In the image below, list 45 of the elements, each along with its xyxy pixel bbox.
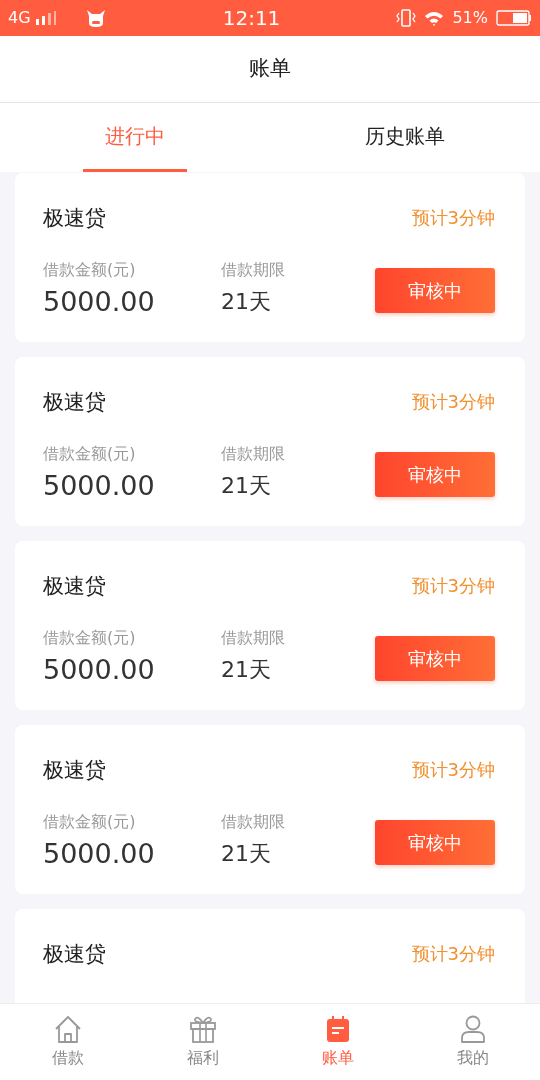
estimated-time: 预计3分钟 bbox=[411, 390, 495, 414]
status-button[interactable]: 审核中 bbox=[375, 268, 495, 313]
term-value: 21天 bbox=[221, 472, 272, 500]
term-label: 借款期限 bbox=[221, 811, 286, 833]
estimated-time: 预计3分钟 bbox=[411, 758, 495, 782]
product-name: 极速贷 bbox=[43, 941, 106, 968]
amount-value: 5000.00 bbox=[43, 469, 156, 503]
term-label: 借款期限 bbox=[221, 259, 286, 281]
term-value: 21天 bbox=[221, 840, 272, 868]
clock: 12:11 bbox=[222, 5, 281, 32]
term-value: 21天 bbox=[221, 656, 272, 684]
amount-label: 借款金额(元) bbox=[43, 627, 137, 649]
product-name: 极速贷 bbox=[43, 757, 106, 784]
term-value: 21天 bbox=[221, 288, 272, 316]
product-name: 极速贷 bbox=[43, 389, 106, 416]
status-button[interactable]: 审核中 bbox=[375, 820, 495, 865]
status-button[interactable]: 审核中 bbox=[375, 452, 495, 497]
product-name: 极速贷 bbox=[43, 205, 106, 232]
amount-value: 5000.00 bbox=[43, 285, 156, 319]
amount-label: 借款金额(元) bbox=[43, 811, 137, 833]
battery-icon bbox=[496, 9, 532, 27]
wifi-icon bbox=[424, 10, 445, 26]
estimated-time: 预计3分钟 bbox=[411, 574, 495, 598]
tab[interactable]: 历史账单 bbox=[343, 103, 467, 172]
amount-value: 5000.00 bbox=[43, 653, 156, 687]
nav-item[interactable]: 我的 bbox=[405, 1004, 540, 1080]
term-label: 借款期限 bbox=[221, 443, 286, 465]
nav-item[interactable]: 借款 bbox=[0, 1004, 135, 1080]
battery-level: 51% bbox=[452, 7, 488, 29]
estimated-time: 预计3分钟 bbox=[411, 206, 495, 230]
gift-icon bbox=[187, 1014, 218, 1044]
amount-value: 5000.00 bbox=[43, 837, 156, 871]
network-label: 4G bbox=[8, 7, 31, 29]
amount-label: 借款金额(元) bbox=[43, 443, 137, 465]
nav-item[interactable]: 账单 bbox=[270, 1004, 405, 1080]
product-name: 极速贷 bbox=[43, 573, 106, 600]
page-title: 账单 bbox=[249, 55, 291, 83]
estimated-time: 预计3分钟 bbox=[411, 942, 495, 966]
term-label: 借款期限 bbox=[221, 627, 286, 649]
mascot-icon bbox=[84, 8, 107, 28]
amount-label: 借款金额(元) bbox=[43, 259, 137, 281]
status-button[interactable]: 审核中 bbox=[375, 636, 495, 681]
signal-icon bbox=[34, 11, 57, 25]
nav-item[interactable]: 福利 bbox=[135, 1004, 270, 1080]
vibrate-icon bbox=[396, 9, 417, 27]
